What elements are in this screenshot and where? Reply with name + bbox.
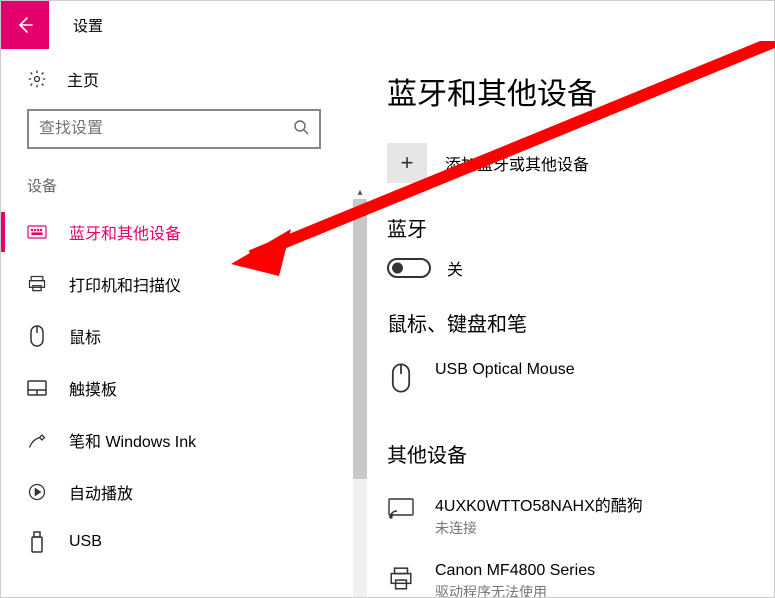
home-button[interactable]: 主页 <box>1 67 347 109</box>
sidebar-item-touchpad[interactable]: 触摸板 <box>1 362 347 414</box>
sidebar-item-label: 笔和 Windows Ink <box>69 428 196 452</box>
home-label: 主页 <box>67 67 99 91</box>
bluetooth-section-title: 蓝牙 <box>387 213 774 242</box>
back-button[interactable] <box>1 1 49 49</box>
printer-device-icon <box>387 562 415 596</box>
bluetooth-toggle[interactable] <box>387 258 431 278</box>
scrollbar[interactable]: ▴ ▾ <box>353 199 367 597</box>
keyboard-icon <box>27 222 47 242</box>
sidebar-item-label: 鼠标 <box>69 324 101 348</box>
back-arrow-icon <box>15 15 35 35</box>
device-status: 未连接 <box>435 518 643 538</box>
sidebar-item-pen[interactable]: 笔和 Windows Ink <box>1 414 347 466</box>
plus-icon: + <box>387 143 427 183</box>
device-status: 驱动程序无法使用 <box>435 582 595 597</box>
content-pane: ▴ ▾ 蓝牙和其他设备 + 添加蓝牙或其他设备 蓝牙 关 鼠标、键盘和笔 <box>347 49 774 597</box>
sidebar-item-label: USB <box>69 533 102 551</box>
add-device-label: 添加蓝牙或其他设备 <box>445 151 589 175</box>
search-box[interactable] <box>27 109 321 149</box>
printer-icon <box>27 274 47 294</box>
sidebar-item-usb[interactable]: USB <box>1 518 347 566</box>
sidebar-item-label: 触摸板 <box>69 376 117 400</box>
scrollbar-thumb[interactable] <box>353 199 367 479</box>
gear-icon <box>27 69 47 89</box>
device-name: Canon MF4800 Series <box>435 562 595 580</box>
sidebar-item-mouse[interactable]: 鼠标 <box>1 310 347 362</box>
search-input[interactable] <box>39 120 293 138</box>
touchpad-icon <box>27 378 47 398</box>
sidebar-item-label: 蓝牙和其他设备 <box>69 220 181 244</box>
sidebar-item-bluetooth[interactable]: 蓝牙和其他设备 <box>1 206 347 258</box>
sidebar-item-label: 打印机和扫描仪 <box>69 272 181 296</box>
sidebar-item-printers[interactable]: 打印机和扫描仪 <box>1 258 347 310</box>
sidebar-item-label: 自动播放 <box>69 480 133 504</box>
cast-device-icon <box>387 492 415 526</box>
sidebar: 主页 设备 蓝牙和其他设备 <box>1 49 347 597</box>
mouse-icon <box>27 326 47 346</box>
pen-icon <box>27 430 47 450</box>
mouse-device-icon <box>387 361 415 395</box>
title-bar: 设置 <box>1 1 774 49</box>
device-name: 4UXK0WTTO58NAHX的酷狗 <box>435 492 643 516</box>
device-row[interactable]: USB Optical Mouse <box>387 351 774 409</box>
page-title: 蓝牙和其他设备 <box>387 69 774 113</box>
sidebar-item-autoplay[interactable]: 自动播放 <box>1 466 347 518</box>
bluetooth-toggle-label: 关 <box>447 256 463 280</box>
add-device-button[interactable]: + 添加蓝牙或其他设备 <box>387 143 774 183</box>
usb-icon <box>27 532 47 552</box>
window-title: 设置 <box>73 15 103 36</box>
device-row[interactable]: Canon MF4800 Series 驱动程序无法使用 <box>387 552 774 597</box>
device-name: USB Optical Mouse <box>435 361 575 379</box>
autoplay-icon <box>27 482 47 502</box>
sidebar-section-header: 设备 <box>1 175 347 206</box>
device-row[interactable]: 4UXK0WTTO58NAHX的酷狗 未连接 <box>387 482 774 552</box>
search-icon <box>293 119 309 140</box>
other-section-title: 其他设备 <box>387 439 774 468</box>
scroll-up-icon[interactable]: ▴ <box>353 185 367 199</box>
mouse-section-title: 鼠标、键盘和笔 <box>387 308 774 337</box>
